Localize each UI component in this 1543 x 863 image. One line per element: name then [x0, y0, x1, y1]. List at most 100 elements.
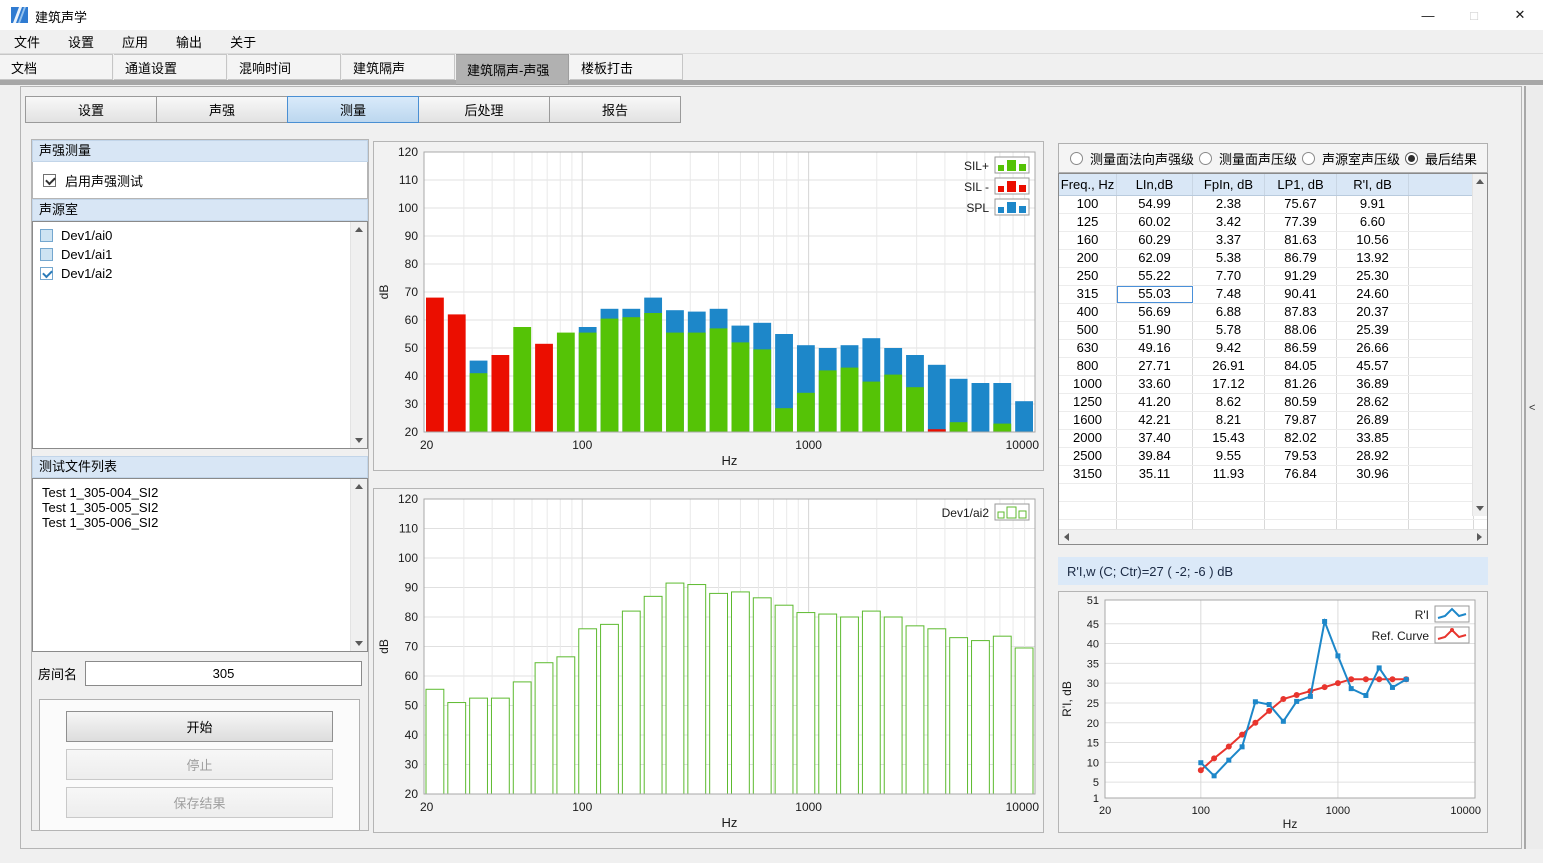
table-horizontal-scrollbar[interactable]: [1059, 529, 1487, 544]
table-cell[interactable]: [1409, 214, 1474, 231]
table-row[interactable]: 100033.6017.1281.2636.89: [1059, 376, 1487, 394]
menu-item[interactable]: 输出: [162, 30, 216, 53]
table-cell[interactable]: 200: [1059, 250, 1117, 267]
table-cell[interactable]: 49.16: [1117, 340, 1193, 357]
maximize-button[interactable]: □: [1451, 0, 1497, 30]
table-cell[interactable]: 13.92: [1337, 250, 1409, 267]
table-cell[interactable]: [1409, 250, 1474, 267]
table-cell[interactable]: 26.66: [1337, 340, 1409, 357]
table-cell[interactable]: 26.91: [1193, 358, 1265, 375]
menu-item[interactable]: 关于: [216, 30, 270, 53]
table-cell[interactable]: 30.96: [1337, 466, 1409, 483]
menu-item[interactable]: 设置: [54, 30, 108, 53]
main-tab[interactable]: 文档: [0, 54, 113, 80]
radio-circle[interactable]: [1199, 152, 1212, 165]
table-cell[interactable]: 10.56: [1337, 232, 1409, 249]
table-row[interactable]: 31555.037.4890.4124.60: [1059, 286, 1487, 304]
file-list-scrollbar[interactable]: [350, 479, 367, 651]
table-cell[interactable]: 8.21: [1193, 412, 1265, 429]
table-cell[interactable]: 100: [1059, 196, 1117, 213]
table-cell[interactable]: 9.55: [1193, 448, 1265, 465]
menu-item[interactable]: 应用: [108, 30, 162, 53]
table-cell[interactable]: 33.85: [1337, 430, 1409, 447]
table-cell[interactable]: [1409, 358, 1474, 375]
table-header-cell[interactable]: LP1, dB: [1265, 174, 1337, 195]
table-row[interactable]: 25055.227.7091.2925.30: [1059, 268, 1487, 286]
minimize-button[interactable]: —: [1405, 0, 1451, 30]
radio-circle[interactable]: [1070, 152, 1083, 165]
table-cell[interactable]: 3.37: [1193, 232, 1265, 249]
table-cell[interactable]: [1409, 412, 1474, 429]
table-cell[interactable]: 76.84: [1265, 466, 1337, 483]
table-cell[interactable]: 1250: [1059, 394, 1117, 411]
table-cell[interactable]: [1409, 466, 1474, 483]
table-cell[interactable]: 9.42: [1193, 340, 1265, 357]
table-cell[interactable]: 5.38: [1193, 250, 1265, 267]
table-cell[interactable]: 2.38: [1193, 196, 1265, 213]
table-cell[interactable]: 39.84: [1117, 448, 1193, 465]
table-cell[interactable]: 250: [1059, 268, 1117, 285]
table-cell[interactable]: 15.43: [1193, 430, 1265, 447]
table-cell[interactable]: 51.90: [1117, 322, 1193, 339]
table-cell[interactable]: [1409, 430, 1474, 447]
result-view-radio[interactable]: 测量面法向声强级: [1070, 149, 1194, 168]
main-tab[interactable]: 建筑隔声-声强: [456, 54, 569, 85]
radio-circle[interactable]: [1302, 152, 1315, 165]
table-cell[interactable]: 62.09: [1117, 250, 1193, 267]
main-tab[interactable]: 建筑隔声: [342, 54, 455, 80]
scroll-down-button[interactable]: [352, 433, 367, 448]
scroll-left-button[interactable]: [1059, 530, 1074, 545]
table-cell[interactable]: 60.29: [1117, 232, 1193, 249]
table-cell[interactable]: 81.26: [1265, 376, 1337, 393]
table-cell[interactable]: 79.53: [1265, 448, 1337, 465]
radio-circle[interactable]: [1405, 152, 1418, 165]
table-row[interactable]: 50051.905.7888.0625.39: [1059, 322, 1487, 340]
sub-tab[interactable]: 设置: [25, 96, 157, 123]
table-cell[interactable]: 91.29: [1265, 268, 1337, 285]
table-header-cell[interactable]: Freq., Hz: [1059, 174, 1117, 195]
table-cell[interactable]: 3150: [1059, 466, 1117, 483]
table-cell[interactable]: [1409, 340, 1474, 357]
table-cell[interactable]: 27.71: [1117, 358, 1193, 375]
table-cell[interactable]: 2500: [1059, 448, 1117, 465]
table-cell[interactable]: 86.59: [1265, 340, 1337, 357]
main-tab[interactable]: 楼板打击: [570, 54, 683, 80]
close-button[interactable]: ✕: [1497, 0, 1543, 30]
channel-checkbox[interactable]: [40, 267, 53, 280]
collapse-left-icon[interactable]: <: [1529, 402, 1535, 414]
table-cell[interactable]: 41.20: [1117, 394, 1193, 411]
scroll-up-button[interactable]: [352, 479, 367, 494]
table-cell[interactable]: 75.67: [1265, 196, 1337, 213]
table-cell[interactable]: 20.37: [1337, 304, 1409, 321]
table-cell[interactable]: 315: [1059, 286, 1117, 303]
table-cell[interactable]: 87.83: [1265, 304, 1337, 321]
table-cell[interactable]: [1409, 448, 1474, 465]
table-cell[interactable]: 55.03: [1117, 286, 1193, 303]
table-cell[interactable]: 5.78: [1193, 322, 1265, 339]
table-cell[interactable]: 9.91: [1337, 196, 1409, 213]
table-cell[interactable]: 81.63: [1265, 232, 1337, 249]
table-row[interactable]: 16060.293.3781.6310.56: [1059, 232, 1487, 250]
table-cell[interactable]: 79.87: [1265, 412, 1337, 429]
table-cell[interactable]: 80.59: [1265, 394, 1337, 411]
main-tab[interactable]: 通道设置: [114, 54, 227, 80]
channel-item[interactable]: Dev1/ai1: [33, 245, 367, 264]
file-list-item[interactable]: Test 1_305-004_SI2: [33, 485, 367, 500]
table-cell[interactable]: [1409, 286, 1474, 303]
table-row[interactable]: 160042.218.2179.8726.89: [1059, 412, 1487, 430]
table-cell[interactable]: 1000: [1059, 376, 1117, 393]
enable-intensity-checkbox[interactable]: [43, 174, 56, 187]
table-cell[interactable]: 33.60: [1117, 376, 1193, 393]
table-cell[interactable]: 42.21: [1117, 412, 1193, 429]
channel-item[interactable]: Dev1/ai0: [33, 226, 367, 245]
table-row[interactable]: 125041.208.6280.5928.62: [1059, 394, 1487, 412]
table-cell[interactable]: 77.39: [1265, 214, 1337, 231]
sub-tab[interactable]: 报告: [549, 96, 681, 123]
save-results-button[interactable]: 保存结果: [66, 787, 333, 818]
main-tab[interactable]: 混响时间: [228, 54, 341, 80]
table-cell[interactable]: 125: [1059, 214, 1117, 231]
table-cell[interactable]: 60.02: [1117, 214, 1193, 231]
table-header-cell[interactable]: FpIn, dB: [1193, 174, 1265, 195]
table-cell[interactable]: 6.88: [1193, 304, 1265, 321]
table-cell[interactable]: 11.93: [1193, 466, 1265, 483]
